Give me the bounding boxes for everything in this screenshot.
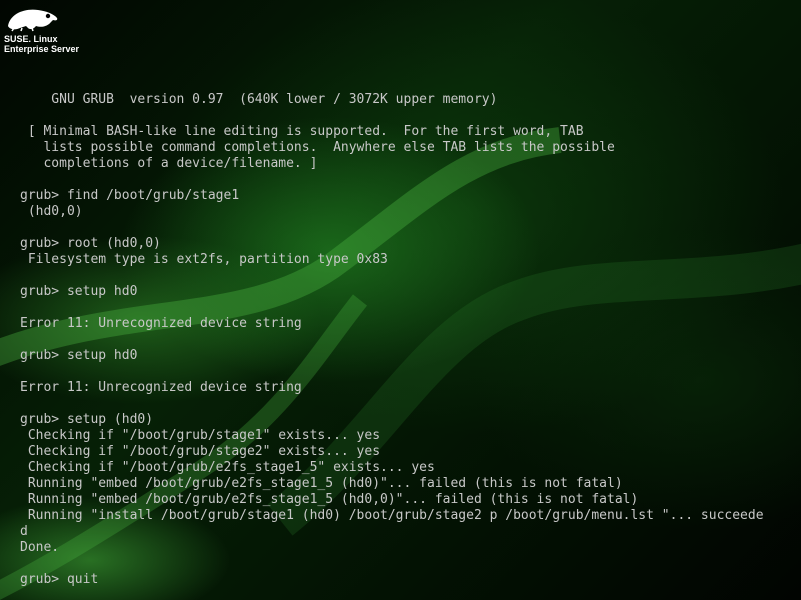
suse-logo: SUSE. Linux Enterprise Server [4,4,114,54]
brand-line-1: SUSE. Linux [4,34,58,44]
terminal-line: Checking if "/boot/grub/stage1" exists..… [20,428,381,443]
brand-line-2: Enterprise Server [4,44,80,54]
brand-text: SUSE. Linux Enterprise Server [4,34,114,54]
terminal-line: grub> quit [20,572,99,587]
terminal-line: d [20,524,28,539]
terminal-line: (hd0,0) [20,204,83,219]
terminal-line: grub> root (hd0,0) [20,236,161,251]
terminal-line: Filesystem type is ext2fs, partition typ… [20,252,388,267]
terminal-line: Error 11: Unrecognized device string [20,316,302,331]
terminal-line: grub> setup hd0 [20,348,138,363]
terminal-line: Done. [20,540,60,555]
terminal-line: [ Minimal BASH-like line editing is supp… [20,124,584,139]
grub-terminal-output: GNU GRUB version 0.97 (640K lower / 3072… [20,76,764,588]
suse-chameleon-icon [8,9,58,32]
terminal-line: Checking if "/boot/grub/stage2" exists..… [20,444,381,459]
terminal-line: Running "install /boot/grub/stage1 (hd0)… [20,508,764,523]
terminal-line: GNU GRUB version 0.97 (640K lower / 3072… [20,92,498,107]
terminal-line: Running "embed /boot/grub/e2fs_stage1_5 … [20,476,623,491]
terminal-line: Error 11: Unrecognized device string [20,380,302,395]
terminal-line: grub> setup hd0 [20,284,138,299]
terminal-line: lists possible command completions. Anyw… [20,140,615,155]
terminal-line: Checking if "/boot/grub/e2fs_stage1_5" e… [20,460,435,475]
terminal-line: Running "embed /boot/grub/e2fs_stage1_5 … [20,492,639,507]
grub-console-screen: SUSE. Linux Enterprise Server GNU GRUB v… [0,0,801,600]
terminal-line: grub> setup (hd0) [20,412,154,427]
terminal-line: completions of a device/filename. ] [20,156,318,171]
terminal-line: grub> find /boot/grub/stage1 [20,188,240,203]
